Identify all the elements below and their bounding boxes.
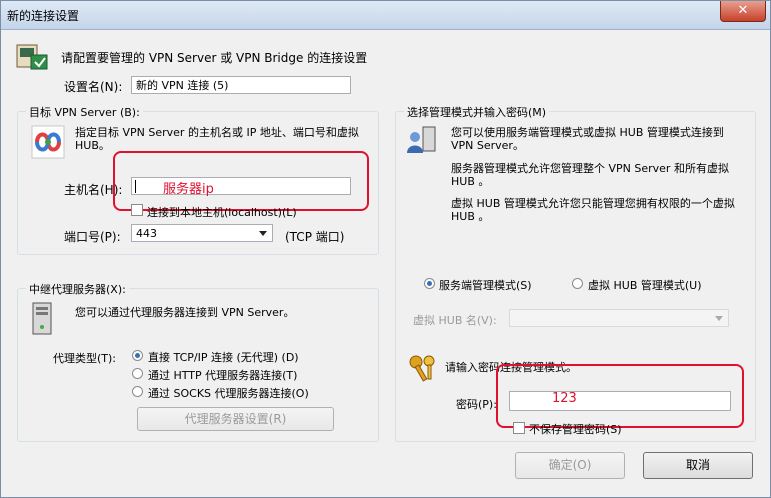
server-tower-icon bbox=[32, 302, 52, 335]
proxy-radio-http[interactable] bbox=[132, 368, 143, 379]
admin-users-icon bbox=[407, 126, 436, 153]
close-icon: ✕ bbox=[737, 3, 749, 18]
password-annotation-box bbox=[496, 364, 744, 428]
settings-computer-icon bbox=[16, 44, 48, 70]
port-value: 443 bbox=[136, 227, 157, 240]
localhost-checkbox[interactable] bbox=[131, 204, 143, 216]
proxy-radio-direct[interactable] bbox=[132, 350, 143, 361]
password-annotation-text: 123 bbox=[552, 391, 577, 406]
setting-name-label: 设置名(N): bbox=[64, 80, 123, 94]
port-label: 端口号(P): bbox=[64, 230, 121, 244]
setting-name-value: 新的 VPN 连接 (5) bbox=[136, 79, 229, 92]
no-save-password-checkbox[interactable] bbox=[513, 422, 525, 434]
ok-button[interactable]: 确定(O) bbox=[515, 452, 625, 479]
proxy-radio-socks[interactable] bbox=[132, 386, 143, 397]
target-description: 指定目标 VPN Server 的主机名或 IP 地址、端口号和虚拟 HUB。 bbox=[75, 126, 359, 152]
mode-server-radio[interactable] bbox=[424, 278, 435, 289]
close-button[interactable]: ✕ bbox=[720, 1, 766, 22]
port-suffix: (TCP 端口) bbox=[285, 230, 345, 244]
hub-name-select[interactable] bbox=[509, 309, 729, 327]
proxy-option-http: 通过 HTTP 代理服务器连接(T) bbox=[148, 369, 298, 382]
hub-dropdown-arrow-icon bbox=[715, 316, 723, 321]
password-label: 密码(P): bbox=[456, 398, 497, 411]
mode-server-label: 服务端管理模式(S) bbox=[439, 279, 532, 292]
proxy-settings-button[interactable]: 代理服务器设置(R) bbox=[137, 407, 334, 431]
admin-description-1: 您可以使用服务端管理模式或虚拟 HUB 管理模式连接到 VPN Server。 bbox=[451, 126, 724, 152]
proxy-group-title: 中继代理服务器(X): bbox=[26, 281, 129, 297]
mode-hub-label: 虚拟 HUB 管理模式(U) bbox=[588, 279, 702, 292]
host-annotation-box bbox=[113, 151, 369, 211]
proxy-option-socks: 通过 SOCKS 代理服务器连接(O) bbox=[148, 387, 309, 400]
vpn-logo-icon bbox=[31, 125, 65, 159]
no-save-password-label: 不保存管理密码(S) bbox=[529, 423, 622, 436]
host-annotation-text: 服务器ip bbox=[163, 182, 214, 197]
admin-group-title: 选择管理模式并输入密码(M) bbox=[404, 104, 550, 120]
cancel-button[interactable]: 取消 bbox=[643, 452, 753, 479]
setting-name-input[interactable]: 新的 VPN 连接 (5) bbox=[131, 76, 351, 94]
port-select[interactable]: 443 bbox=[131, 224, 273, 242]
proxy-type-label: 代理类型(T): bbox=[53, 352, 117, 365]
hub-name-label: 虚拟 HUB 名(V): bbox=[413, 314, 497, 327]
proxy-description: 您可以通过代理服务器连接到 VPN Server。 bbox=[75, 306, 295, 319]
target-group-title: 目标 VPN Server (B): bbox=[26, 104, 143, 120]
mode-hub-radio[interactable] bbox=[572, 278, 583, 289]
dropdown-arrow-icon bbox=[259, 231, 267, 236]
proxy-option-direct: 直接 TCP/IP 连接 (无代理) (D) bbox=[148, 351, 299, 364]
header-description: 请配置要管理的 VPN Server 或 VPN Bridge 的连接设置 bbox=[61, 51, 368, 65]
admin-description-2: 服务器管理模式允许您管理整个 VPN Server 和所有虚拟 HUB 。 bbox=[451, 162, 729, 188]
localhost-label: 连接到本地主机(localhost)(L) bbox=[147, 206, 297, 219]
window-title: 新的连接设置 bbox=[7, 9, 80, 23]
admin-description-3: 虚拟 HUB 管理模式允许您只能管理您拥有权限的一个虚拟 HUB 。 bbox=[451, 197, 735, 223]
connection-settings-dialog: 新的连接设置 ✕ 请配置要管理的 VPN Server 或 VPN Bridge… bbox=[0, 0, 771, 498]
keys-icon bbox=[409, 355, 435, 382]
title-bar: 新的连接设置 ✕ bbox=[1, 1, 770, 30]
